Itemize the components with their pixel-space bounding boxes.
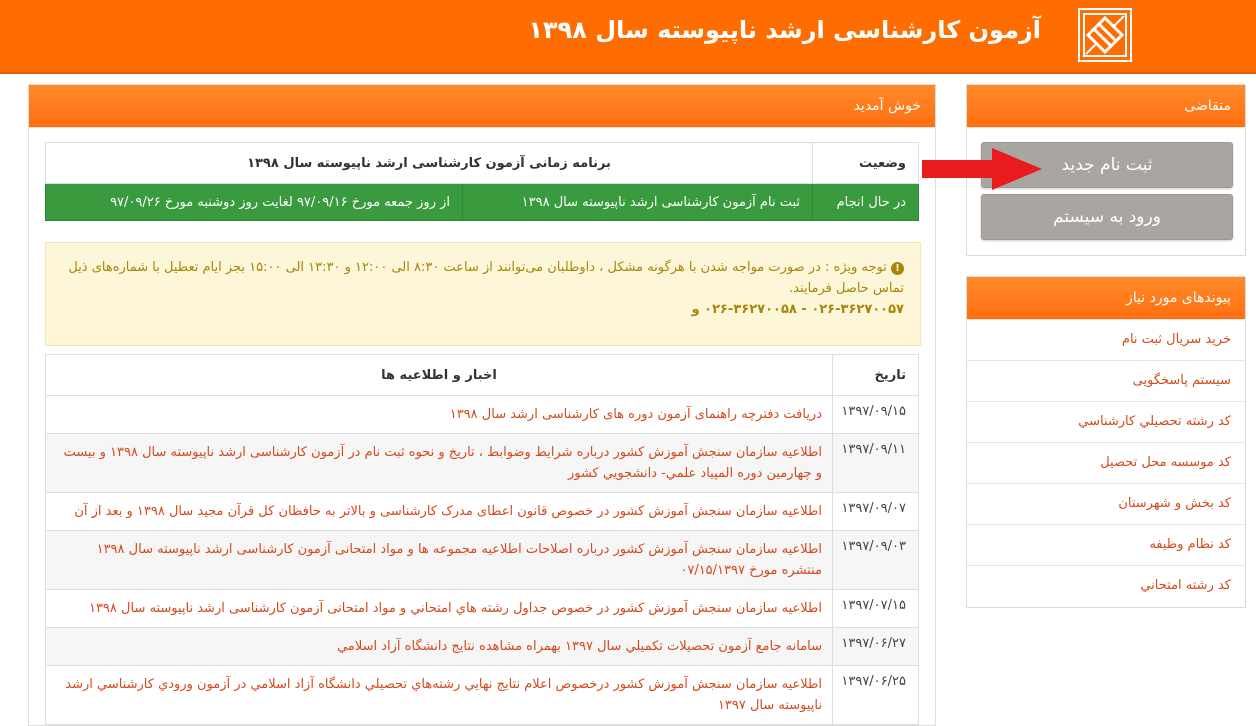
notice-text: توجه ویژه : در صورت مواجه شدن با هرگونه … bbox=[68, 260, 904, 296]
news-link[interactable]: اطلاعیه سازمان سنجش آموزش کشور در خصوص ج… bbox=[45, 589, 833, 628]
news-title-header: اخبار و اطلاعیه ها bbox=[45, 354, 833, 396]
news-row[interactable]: ۱۳۹۷/۰۹/۰۳ اطلاعیه سازمان سنجش آموزش کشو… bbox=[45, 530, 919, 590]
status-header: وضعیت bbox=[812, 142, 919, 184]
red-arrow-icon bbox=[922, 148, 1042, 190]
news-link[interactable]: سامانه جامع آزمون تحصيلات تکميلي سال ۱۳۹… bbox=[45, 627, 833, 666]
logo-icon bbox=[1078, 8, 1132, 62]
news-link[interactable]: اطلاعيه سازمان سنجش آموزش کشور درخصوص اع… bbox=[45, 665, 833, 725]
login-button[interactable]: ورود به سیستم bbox=[981, 194, 1233, 240]
news-table: تاریخ اخبار و اطلاعیه ها ۱۳۹۷/۰۹/۱۵ دریا… bbox=[45, 354, 919, 725]
schedule-period: از روز جمعه مورخ ۹۷/۰۹/۱۶ لغایت روز دوشن… bbox=[45, 183, 463, 221]
link-support-system[interactable]: سیستم پاسخگویی bbox=[967, 361, 1245, 402]
news-row[interactable]: ۱۳۹۷/۰۹/۰۷ اطلاعیه سازمان سنجش آموزش کشو… bbox=[45, 492, 919, 531]
news-date: ۱۳۹۷/۰۹/۱۵ bbox=[832, 395, 919, 434]
links-heading: پیوندهای مورد نیاز bbox=[967, 277, 1245, 320]
news-row[interactable]: ۱۳۹۷/۰۶/۲۷ سامانه جامع آزمون تحصيلات تکم… bbox=[45, 627, 919, 666]
link-district-code[interactable]: کد بخش و شهرستان bbox=[967, 484, 1245, 525]
applicant-heading: متقاضی bbox=[967, 85, 1245, 128]
link-buy-serial[interactable]: خرید سریال ثبت نام bbox=[967, 320, 1245, 361]
link-bachelor-field-code[interactable]: کد رشته تحصیلي کارشناسي bbox=[967, 402, 1245, 443]
link-exam-field-code[interactable]: کد رشته امتحاني bbox=[967, 566, 1245, 606]
site-title: آزمون کارشناسی ارشد ناپیوسته سال ۱۳۹۸ bbox=[528, 16, 1041, 44]
news-date: ۱۳۹۷/۰۶/۲۷ bbox=[832, 627, 919, 666]
welcome-panel: خوش آمدید وضعیت برنامه زمانی آزمون کارشن… bbox=[28, 84, 936, 726]
notice-phones: ۰۲۶-۳۶۲۷۰۰۵۷ - ۰۲۶-۳۶۲۷۰۰۵۸ و bbox=[691, 302, 904, 317]
news-date-header: تاریخ bbox=[832, 354, 919, 396]
schedule-title: برنامه زمانی آزمون کارشناسی ارشد ناپیوست… bbox=[45, 142, 813, 184]
schedule-table: وضعیت برنامه زمانی آزمون کارشناسی ارشد ن… bbox=[45, 142, 919, 221]
schedule-event: ثبت نام آزمون کارشناسی ارشد ناپیوسته سال… bbox=[462, 183, 813, 221]
news-date: ۱۳۹۷/۰۷/۱۵ bbox=[832, 589, 919, 628]
news-link[interactable]: اطلاعیه سازمان سنجش آموزش کشور درباره شر… bbox=[45, 433, 833, 493]
news-date: ۱۳۹۷/۰۹/۰۳ bbox=[832, 530, 919, 590]
news-link[interactable]: اطلاعیه سازمان سنجش آموزش کشور در خصوص ق… bbox=[45, 492, 833, 531]
news-row[interactable]: ۱۳۹۷/۰۹/۱۱ اطلاعیه سازمان سنجش آموزش کشو… bbox=[45, 433, 919, 493]
news-date: ۱۳۹۷/۰۶/۲۵ bbox=[832, 665, 919, 725]
notice-box: ! توجه ویژه : در صورت مواجه شدن با هرگون… bbox=[45, 242, 921, 346]
schedule-status: در حال انجام bbox=[812, 183, 919, 221]
news-row[interactable]: ۱۳۹۷/۰۹/۱۵ دریافت دفترچه راهنمای آزمون د… bbox=[45, 395, 919, 434]
news-link[interactable]: دریافت دفترچه راهنمای آزمون دوره های کار… bbox=[45, 395, 833, 434]
site-header: آزمون کارشناسی ارشد ناپیوسته سال ۱۳۹۸ bbox=[0, 0, 1256, 74]
news-link[interactable]: اطلاعیه سازمان سنجش آموزش کشور درباره اص… bbox=[45, 530, 833, 590]
news-date: ۱۳۹۷/۰۹/۱۱ bbox=[832, 433, 919, 493]
news-row[interactable]: ۱۳۹۷/۰۶/۲۵ اطلاعيه سازمان سنجش آموزش کشو… bbox=[45, 665, 919, 725]
welcome-heading: خوش آمدید bbox=[29, 85, 935, 128]
link-institution-code[interactable]: کد موسسه محل تحصيل bbox=[967, 443, 1245, 484]
info-icon: ! bbox=[891, 262, 904, 275]
news-row[interactable]: ۱۳۹۷/۰۷/۱۵ اطلاعیه سازمان سنجش آموزش کشو… bbox=[45, 589, 919, 628]
links-panel: پیوندهای مورد نیاز خرید سریال ثبت نام سی… bbox=[966, 276, 1246, 608]
link-military-code[interactable]: کد نظام وظيفه bbox=[967, 525, 1245, 566]
news-date: ۱۳۹۷/۰۹/۰۷ bbox=[832, 492, 919, 531]
schedule-row: در حال انجام ثبت نام آزمون کارشناسی ارشد… bbox=[45, 183, 919, 221]
